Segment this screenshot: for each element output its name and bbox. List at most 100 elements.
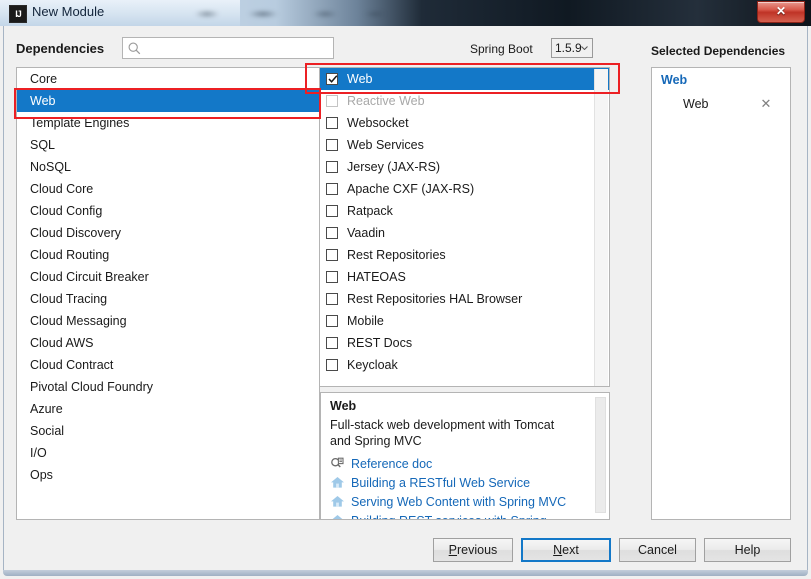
next-button[interactable]: Next xyxy=(521,538,611,562)
description-link[interactable]: Building REST services with Spring xyxy=(330,511,595,520)
category-item-label: Cloud Tracing xyxy=(30,292,107,306)
dependency-row[interactable]: Vaadin xyxy=(320,222,609,244)
reference-doc-icon xyxy=(330,456,345,471)
dependency-label: Rest Repositories HAL Browser xyxy=(347,288,522,310)
category-item[interactable]: I/O xyxy=(17,442,319,464)
category-item[interactable]: Cloud Core xyxy=(17,178,319,200)
cancel-button[interactable]: Cancel xyxy=(619,538,696,562)
category-item[interactable]: SQL xyxy=(17,134,319,156)
checkbox-checked-icon[interactable] xyxy=(326,73,338,85)
category-item[interactable]: Social xyxy=(17,420,319,442)
dependency-row[interactable]: Keycloak xyxy=(320,354,609,376)
category-item[interactable]: Ops xyxy=(17,464,319,486)
spring-boot-version-value: 1.5.9 xyxy=(555,41,582,55)
category-item-label: Cloud Discovery xyxy=(30,226,121,240)
dependency-row[interactable]: Web xyxy=(320,68,609,90)
checkbox-icon[interactable] xyxy=(326,359,338,371)
dependency-list-scrollbar[interactable] xyxy=(594,69,608,387)
remove-dependency-icon[interactable]: ✕ xyxy=(759,92,773,116)
checkbox-icon[interactable] xyxy=(326,117,338,129)
checkbox-icon[interactable] xyxy=(326,139,338,151)
category-item[interactable]: Core xyxy=(17,68,319,90)
category-item[interactable]: Cloud AWS xyxy=(17,332,319,354)
category-item[interactable]: Cloud Messaging xyxy=(17,310,319,332)
checkbox-icon[interactable] xyxy=(326,161,338,173)
dependency-label: Jersey (JAX-RS) xyxy=(347,156,440,178)
dependency-label: Web xyxy=(347,68,372,90)
dependency-label: Mobile xyxy=(347,310,384,332)
guide-home-icon xyxy=(330,475,345,490)
category-item[interactable]: Azure xyxy=(17,398,319,420)
category-item-label: Cloud Messaging xyxy=(30,314,127,328)
category-item-label: Cloud Routing xyxy=(30,248,109,262)
category-item-label: Cloud AWS xyxy=(30,336,93,350)
description-links: Reference docBuilding a RESTful Web Serv… xyxy=(330,454,595,520)
search-icon xyxy=(128,42,141,55)
close-icon[interactable]: ✕ xyxy=(757,1,805,23)
dependency-row[interactable]: Web Services xyxy=(320,134,609,156)
spring-boot-version-select[interactable]: 1.5.9 xyxy=(551,38,593,58)
help-button[interactable]: Help xyxy=(704,538,791,562)
category-item[interactable]: Cloud Routing xyxy=(17,244,319,266)
selected-dependency-row[interactable]: Web ✕ xyxy=(652,92,790,116)
description-scrollbar[interactable] xyxy=(595,394,608,520)
category-item[interactable]: Cloud Tracing xyxy=(17,288,319,310)
dependency-label: Rest Repositories xyxy=(347,244,446,266)
category-item-label: Cloud Circuit Breaker xyxy=(30,270,149,284)
dependency-row[interactable]: HATEOAS xyxy=(320,266,609,288)
category-item[interactable]: Cloud Discovery xyxy=(17,222,319,244)
checkbox-icon[interactable] xyxy=(326,205,338,217)
dependency-label: Websocket xyxy=(347,112,409,134)
dependency-label: Vaadin xyxy=(347,222,385,244)
category-item[interactable]: Cloud Circuit Breaker xyxy=(17,266,319,288)
category-item-label: Pivotal Cloud Foundry xyxy=(30,380,153,394)
description-scrollbar-thumb[interactable] xyxy=(595,397,606,513)
dependency-list[interactable]: WebReactive WebWebsocketWeb ServicesJers… xyxy=(320,67,610,387)
dependency-label: HATEOAS xyxy=(347,266,406,288)
dependency-row[interactable]: Apache CXF (JAX-RS) xyxy=(320,178,609,200)
dependency-row[interactable]: Websocket xyxy=(320,112,609,134)
selected-dependencies-panel[interactable]: WebWeb ✕ xyxy=(651,67,791,520)
search-input[interactable] xyxy=(145,40,333,59)
category-item[interactable]: Template Engines xyxy=(17,112,319,134)
category-item[interactable]: NoSQL xyxy=(17,156,319,178)
checkbox-icon[interactable] xyxy=(326,227,338,239)
description-link-label: Building REST services with Spring xyxy=(351,514,547,521)
checkbox-icon[interactable] xyxy=(326,271,338,283)
dependency-list-items: WebReactive WebWebsocketWeb ServicesJers… xyxy=(320,68,609,376)
description-link[interactable]: Reference doc xyxy=(330,454,595,473)
category-item-label: Template Engines xyxy=(30,116,129,130)
category-item-label: Cloud Core xyxy=(30,182,93,196)
checkbox-icon xyxy=(326,95,338,107)
checkbox-icon[interactable] xyxy=(326,293,338,305)
dependency-row[interactable]: Rest Repositories xyxy=(320,244,609,266)
checkbox-icon[interactable] xyxy=(326,315,338,327)
category-item-label: Cloud Contract xyxy=(30,358,113,372)
dependencies-label: Dependencies xyxy=(16,41,104,56)
category-list[interactable]: Core Web Template Engines SQLNoSQL Cloud Cor… xyxy=(16,67,320,520)
description-link[interactable]: Serving Web Content with Spring MVC xyxy=(330,492,595,511)
search-box[interactable] xyxy=(122,37,334,59)
selected-dependency-label: Web xyxy=(683,97,708,111)
dependency-row[interactable]: Rest Repositories HAL Browser xyxy=(320,288,609,310)
dependency-row[interactable]: Mobile xyxy=(320,310,609,332)
category-item[interactable]: Pivotal Cloud Foundry xyxy=(17,376,319,398)
dependency-label: Keycloak xyxy=(347,354,398,376)
category-item-label: Ops xyxy=(30,468,53,482)
description-link[interactable]: Building a RESTful Web Service xyxy=(330,473,595,492)
intellij-idea-logo-icon: IJ xyxy=(9,5,27,23)
dependency-label: Ratpack xyxy=(347,200,393,222)
checkbox-icon[interactable] xyxy=(326,183,338,195)
category-item[interactable]: Web xyxy=(17,90,319,112)
dependency-row[interactable]: REST Docs xyxy=(320,332,609,354)
checkbox-icon[interactable] xyxy=(326,249,338,261)
checkbox-icon[interactable] xyxy=(326,337,338,349)
category-item[interactable]: Cloud Contract xyxy=(17,354,319,376)
category-item[interactable]: Cloud Config xyxy=(17,200,319,222)
dependency-row[interactable]: Jersey (JAX-RS) xyxy=(320,156,609,178)
window-title: New Module xyxy=(32,4,104,19)
previous-button[interactable]: Previous xyxy=(433,538,513,562)
category-item-label: Core xyxy=(30,72,57,86)
dependency-row[interactable]: Ratpack xyxy=(320,200,609,222)
chevron-down-icon xyxy=(581,46,588,50)
